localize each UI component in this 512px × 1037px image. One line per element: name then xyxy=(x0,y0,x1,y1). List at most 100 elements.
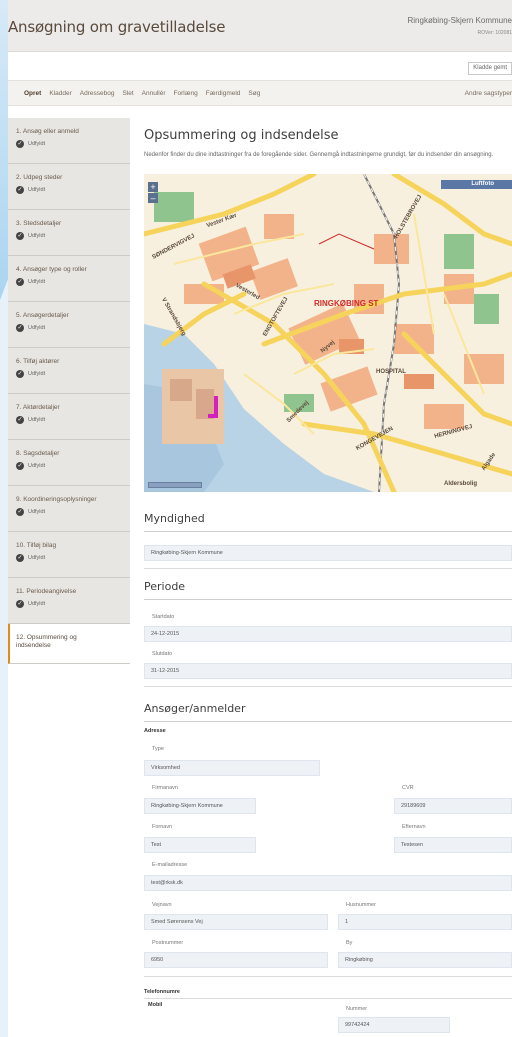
step-label: 5. Ansøgerdetaljer xyxy=(16,312,69,319)
check-icon: ✓ xyxy=(16,140,24,148)
step-label: 7. Aktørdetaljer xyxy=(16,404,60,411)
phone-numbers-subheading: Telefonnumre xyxy=(144,989,180,995)
step-status: Udfyldt xyxy=(28,601,46,607)
zoom-in-button[interactable]: + xyxy=(148,182,158,192)
main-content: Opsummering og indsendelse Nedenfor find… xyxy=(144,118,512,492)
check-icon: ✓ xyxy=(16,554,24,562)
section-title: Opsummering og indsendelse xyxy=(144,128,339,143)
divider xyxy=(144,998,512,999)
step-label: 4. Ansøger type og roller xyxy=(16,266,87,273)
email-label: E-mailadresse xyxy=(152,862,188,868)
first-name-value: Test xyxy=(144,837,256,853)
step-status: Udfyldt xyxy=(28,141,46,147)
nav-item-sog[interactable]: Søg xyxy=(248,90,260,97)
step-item[interactable]: 2. Udpeg steder ✓ Udfyldt xyxy=(8,164,130,210)
start-date-label: Startdato xyxy=(152,614,175,620)
house-number-value: 1 xyxy=(338,914,512,930)
step-item[interactable]: 4. Ansøger type og roller ✓ Udfyldt xyxy=(8,256,130,302)
rover-version: ROVer: 102081 xyxy=(477,30,512,36)
step-label: 12. Opsummering og indsendelse xyxy=(16,634,77,649)
check-icon: ✓ xyxy=(16,600,24,608)
type-value: Virksomhed xyxy=(144,760,320,776)
step-item[interactable]: 10. Tilføj bilag ✓ Udfyldt xyxy=(8,532,130,578)
step-item[interactable]: 8. Sagsdetaljer ✓ Udfyldt xyxy=(8,440,130,486)
map-label-town: RINGKØBING ST xyxy=(314,299,379,308)
step-item[interactable]: 3. Stedsdetaljer ✓ Udfyldt xyxy=(8,210,130,256)
end-date-value: 31-12-2015 xyxy=(144,663,512,679)
end-date-label: Slutdato xyxy=(152,651,173,657)
city-label: By xyxy=(346,940,353,946)
check-icon: ✓ xyxy=(16,508,24,516)
nav-item-other-case-types[interactable]: Andre sagstyper xyxy=(465,90,512,97)
nav-item-kladder[interactable]: Kladder xyxy=(49,90,71,97)
authority-value: Ringkøbing-Skjern Kommune xyxy=(144,545,512,561)
step-label: 11. Periodeangivelse xyxy=(16,588,77,595)
last-name-label: Efternavn xyxy=(402,824,426,830)
step-status: Udfyldt xyxy=(28,325,46,331)
start-date-value: 24-12-2015 xyxy=(144,626,512,642)
header-bar: Ansøgning om gravetilladelse Ringkøbing-… xyxy=(8,0,512,52)
wizard-steps-sidebar: 1. Ansøg eller anmeld ✓ Udfyldt 2. Udpeg … xyxy=(8,118,130,664)
map-label: HOSPITAL xyxy=(376,369,406,375)
first-name-label: Fornavn xyxy=(152,824,173,830)
map-view[interactable]: + – Luftfoto Vester Kær SØNDERVIGVEJ Ves… xyxy=(144,174,512,492)
zoom-out-button[interactable]: – xyxy=(148,193,158,203)
step-label: 8. Sagsdetaljer xyxy=(16,450,60,457)
check-icon: ✓ xyxy=(16,186,24,194)
check-icon: ✓ xyxy=(16,416,24,424)
postal-code-label: Postnummer xyxy=(152,940,184,946)
company-name-value: Ringkøbing-Skjern Kommune xyxy=(144,798,256,814)
check-icon: ✓ xyxy=(16,278,24,286)
email-value: test@rksk.dk xyxy=(144,875,512,891)
nav-item-adressebog[interactable]: Adressebog xyxy=(80,90,115,97)
divider xyxy=(144,686,512,687)
zoom-controls: + – xyxy=(148,182,158,204)
step-label: 1. Ansøg eller anmeld xyxy=(16,128,79,135)
draft-bar: Kladde gemt xyxy=(8,52,512,80)
divider xyxy=(144,976,512,977)
check-icon: ✓ xyxy=(16,232,24,240)
aerial-photo-toggle[interactable]: Luftfoto xyxy=(441,180,512,189)
postal-code-value: 6950 xyxy=(144,952,328,968)
company-name-label: Firmanavn xyxy=(152,785,178,791)
step-item[interactable]: 9. Koordineringsoplysninger ✓ Udfyldt xyxy=(8,486,130,532)
step-item[interactable]: 6. Tilføj aktører ✓ Udfyldt xyxy=(8,348,130,394)
step-label: 10. Tilføj bilag xyxy=(16,542,57,549)
authority-heading: Myndighed xyxy=(144,512,512,532)
map-scale-bar xyxy=(148,482,202,488)
map-label: Aldersbolig xyxy=(444,481,478,487)
city-value: Ringkøbing xyxy=(338,952,512,968)
step-item[interactable]: 1. Ansøg eller anmeld ✓ Udfyldt xyxy=(8,118,130,164)
intro-text: Nedenfor finder du dine indtastninger fr… xyxy=(144,152,494,158)
nav-item-opret[interactable]: Opret xyxy=(24,90,41,97)
nav-item-faerdigmeld[interactable]: Færdigmeld xyxy=(206,90,241,97)
step-item[interactable]: 11. Periodeangivelse ✓ Udfyldt xyxy=(8,578,130,624)
step-status: Udfyldt xyxy=(28,417,46,423)
step-item-current[interactable]: 12. Opsummering og indsendelse xyxy=(8,624,130,664)
applicant-heading: Ansøger/anmelder xyxy=(144,702,512,722)
step-label: 6. Tilføj aktører xyxy=(16,358,60,365)
mobile-label: Mobil xyxy=(148,1002,163,1008)
step-item[interactable]: 7. Aktørdetaljer ✓ Udfyldt xyxy=(8,394,130,440)
check-icon: ✓ xyxy=(16,370,24,378)
divider xyxy=(144,568,512,569)
type-label: Type xyxy=(152,746,164,752)
map-graphic xyxy=(144,174,512,492)
phone-number-label: Nummer xyxy=(346,1006,368,1012)
step-status: Udfyldt xyxy=(28,233,46,239)
page-title: Ansøgning om gravetilladelse xyxy=(8,18,226,36)
check-icon: ✓ xyxy=(16,324,24,332)
step-status: Udfyldt xyxy=(28,509,46,515)
step-status: Udfyldt xyxy=(28,463,46,469)
period-heading: Periode xyxy=(144,580,512,600)
nav-item-annuller[interactable]: Annullér xyxy=(142,90,166,97)
top-navigation: Opret Kladder Adressebog Slet Annullér F… xyxy=(8,80,512,106)
check-icon: ✓ xyxy=(16,462,24,470)
nav-item-slet[interactable]: Slet xyxy=(122,90,133,97)
draft-saved-button[interactable]: Kladde gemt xyxy=(468,62,512,75)
nav-item-forlaeng[interactable]: Forlæng xyxy=(174,90,198,97)
step-item[interactable]: 5. Ansøgerdetaljer ✓ Udfyldt xyxy=(8,302,130,348)
cvr-label: CVR xyxy=(402,785,414,791)
house-number-label: Husnummer xyxy=(346,902,376,908)
step-label: 9. Koordineringsoplysninger xyxy=(16,496,97,503)
